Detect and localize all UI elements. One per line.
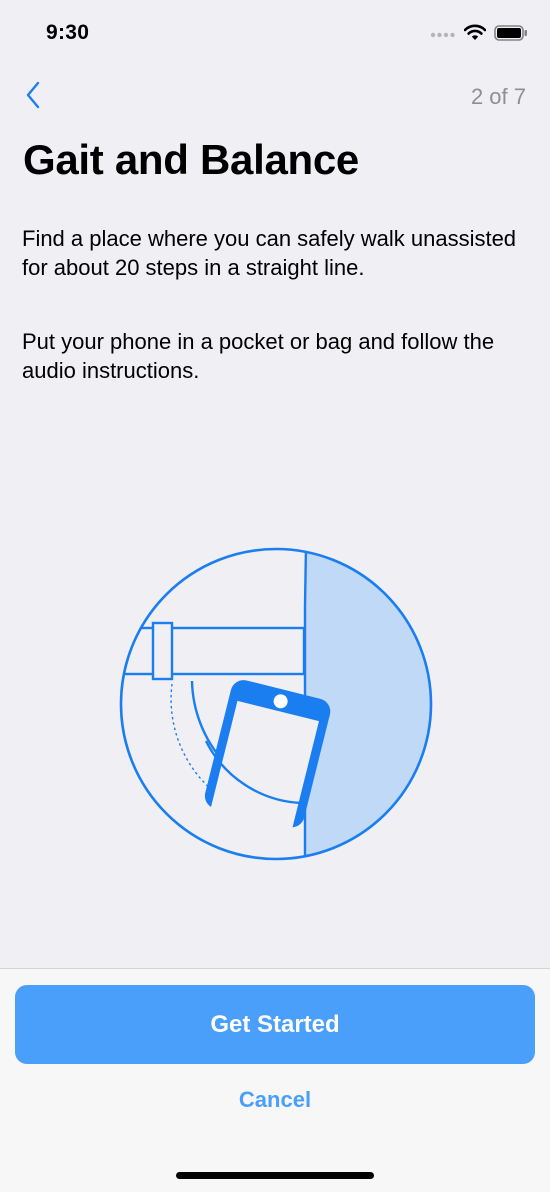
instruction-paragraph-walk: Find a place where you can safely walk u… (22, 226, 517, 280)
page-title: Gait and Balance (23, 136, 359, 183)
battery-icon (494, 24, 528, 46)
wifi-icon (463, 24, 487, 46)
instruction-paragraph-phone: Put your phone in a pocket or bag and fo… (22, 329, 495, 383)
navigation-bar: 2 of 7 (0, 70, 550, 126)
home-indicator (176, 1172, 374, 1179)
cancel-button[interactable]: Cancel (0, 1087, 550, 1113)
step-indicator: 2 of 7 (470, 84, 526, 109)
chevron-left-icon (25, 81, 41, 114)
phone-in-pocket-illustration (118, 546, 434, 862)
footer: Get Started Cancel (0, 968, 550, 1192)
status-icons (430, 24, 528, 46)
back-button[interactable] (16, 80, 50, 114)
status-bar: 9:30 (0, 0, 550, 70)
status-time: 9:30 (46, 21, 90, 44)
get-started-button[interactable]: Get Started (15, 985, 535, 1064)
signal-icon (430, 26, 456, 44)
